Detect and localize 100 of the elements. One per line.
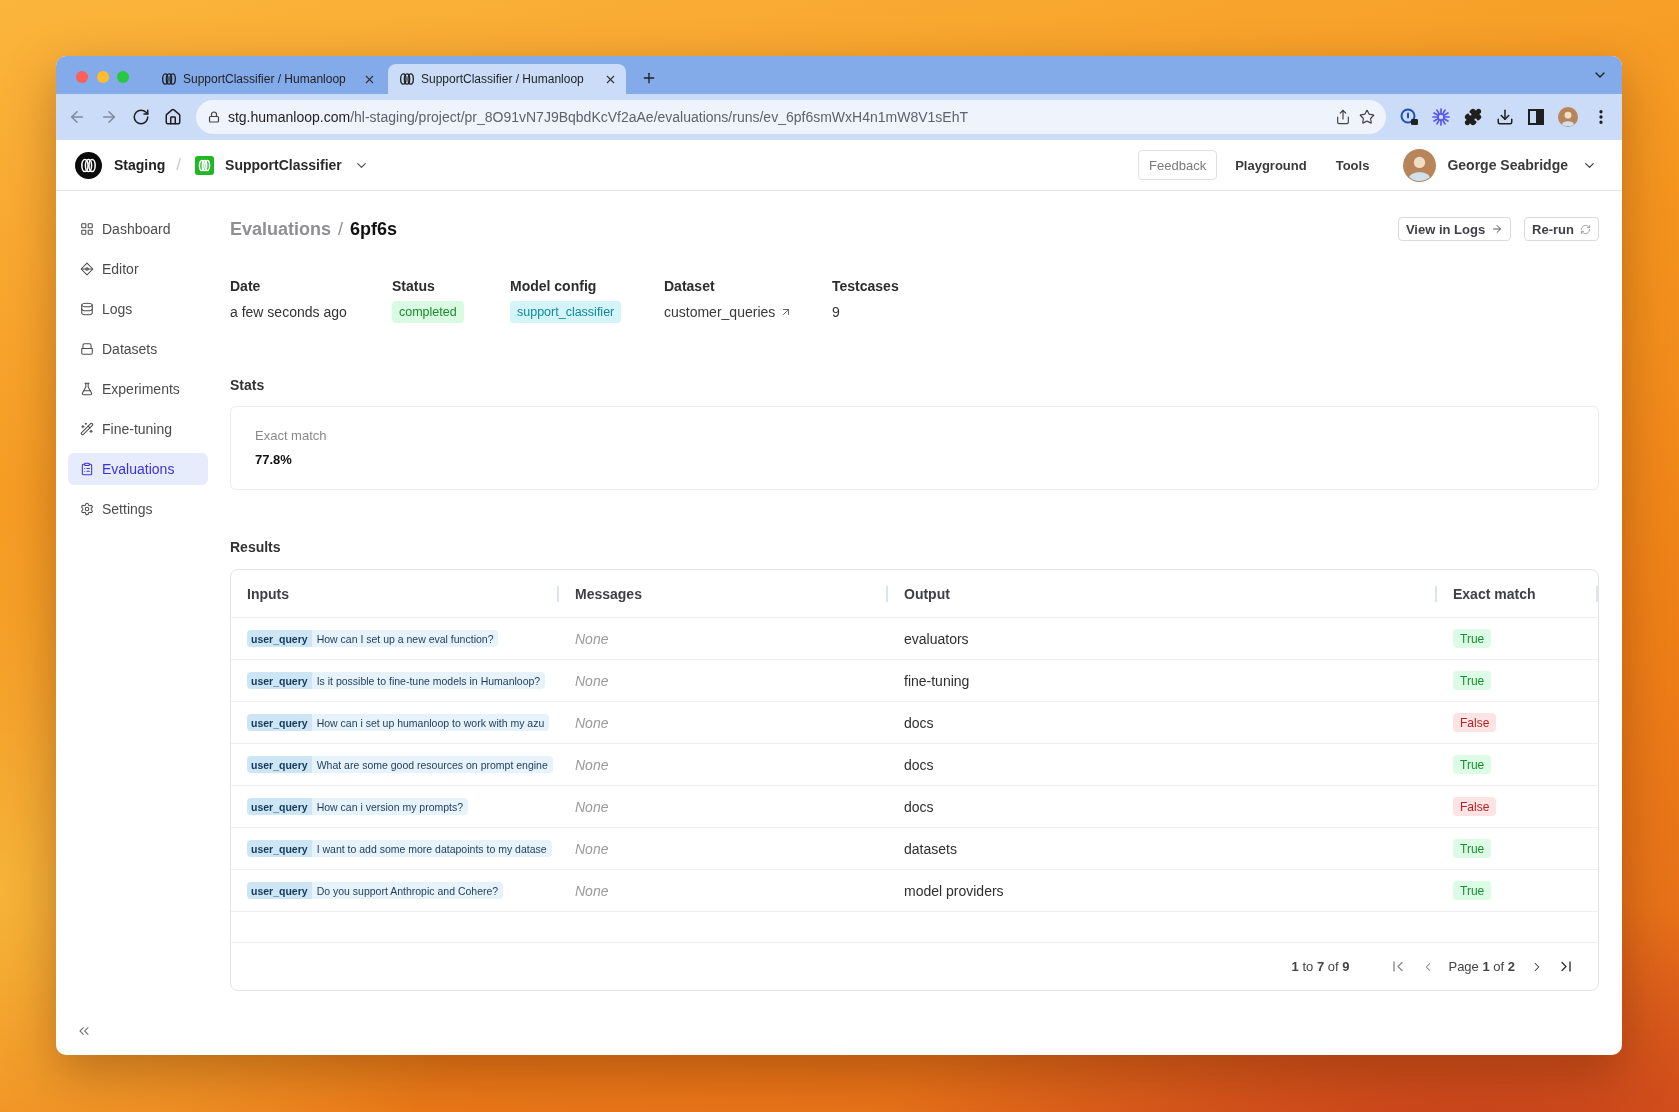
input-value-tag: Do you support Anthropic and Cohere?: [311, 882, 504, 899]
detail-value: 9: [832, 304, 840, 320]
reload-icon[interactable]: [131, 108, 150, 126]
page-indicator: Page 1 of 2: [1448, 959, 1515, 974]
input-key-tag: user_query: [247, 756, 312, 773]
puzzle-icon[interactable]: [1464, 108, 1483, 126]
browser-tab[interactable]: SupportClassifier / Humanloop: [150, 64, 385, 94]
input-key-tag: user_query: [247, 882, 312, 899]
sidebar-item[interactable]: Experiments: [68, 373, 208, 405]
share-icon[interactable]: [1335, 109, 1352, 125]
row-range-text: 1 to 7 of 9: [1291, 959, 1350, 974]
column-header[interactable]: Exact match: [1437, 570, 1598, 617]
dataset-link[interactable]: customer_queries: [664, 304, 793, 320]
refresh-icon: [1580, 223, 1591, 235]
table-cell: None: [575, 798, 609, 815]
detail-label: Dataset: [664, 277, 715, 295]
match-badge: False: [1453, 797, 1497, 816]
flask-icon: [80, 382, 94, 396]
table-cell: None: [575, 882, 609, 899]
breadcrumb-separator: /: [338, 218, 344, 240]
table-cell: model providers: [904, 882, 1004, 899]
stat-label: Exact match: [255, 428, 328, 444]
star-icon[interactable]: [1359, 109, 1376, 125]
last-page-icon[interactable]: [1560, 961, 1571, 972]
table-cell: docs: [904, 714, 934, 731]
sunburst-icon[interactable]: [1432, 108, 1451, 126]
arrow-right-icon: [1491, 223, 1504, 235]
sidebar-item[interactable]: Fine-tuning: [68, 413, 208, 445]
browser-tab[interactable]: SupportClassifier / Humanloop: [388, 64, 626, 94]
settings-icon: [80, 502, 94, 516]
table-cell: None: [575, 630, 609, 647]
table-cell: docs: [904, 798, 934, 815]
nav-link[interactable]: Playground: [1235, 157, 1307, 173]
match-badge: True: [1453, 629, 1492, 648]
rerun-button[interactable]: Re-run: [1524, 217, 1599, 241]
input-value-tag: How can I set up a new eval function?: [311, 630, 499, 647]
project-switcher[interactable]: SupportClassifier: [225, 157, 369, 173]
status-badge: completed: [392, 301, 464, 323]
detail-label: Testcases: [832, 277, 899, 295]
logo-icon[interactable]: [75, 151, 102, 179]
match-badge: False: [1453, 713, 1497, 732]
table-cell: None: [575, 714, 609, 731]
sidebar-item[interactable]: Logs: [68, 293, 208, 325]
download-icon[interactable]: [1496, 108, 1514, 126]
user-menu-button[interactable]: George Seabridge: [1447, 157, 1597, 173]
sidebar-item[interactable]: Dashboard: [68, 213, 208, 245]
first-page-icon[interactable]: [1393, 961, 1405, 972]
loops-logo-icon: [162, 72, 176, 86]
input-key-tag: user_query: [247, 714, 312, 731]
match-badge: True: [1453, 839, 1492, 858]
input-key-tag: user_query: [247, 672, 312, 689]
nav-link[interactable]: Tools: [1335, 157, 1370, 173]
view-logs-button[interactable]: View in Logs: [1397, 217, 1512, 241]
input-key-tag: user_query: [247, 630, 312, 647]
input-value-tag: Is it possible to fine-tune models in Humanloop?: [311, 672, 546, 689]
side-panel-icon[interactable]: [1528, 109, 1544, 125]
column-header[interactable]: Messages: [559, 570, 888, 617]
input-key-tag: user_query: [247, 798, 312, 815]
column-header[interactable]: Output: [888, 570, 1437, 617]
diamond-icon: [80, 262, 94, 276]
feedback-button[interactable]: Feedback: [1138, 150, 1218, 180]
user-avatar[interactable]: [1403, 148, 1437, 182]
config-badge[interactable]: support_classifier: [510, 301, 622, 323]
breadcrumb-separator: /: [176, 155, 182, 175]
lock-badge-icon[interactable]: [1400, 108, 1419, 126]
sidebar-item[interactable]: Datasets: [68, 333, 208, 365]
project-logo-icon: [195, 155, 215, 175]
loops-logo-icon: [400, 72, 414, 86]
url-text: stg.humanloop.com/hl-staging/project/pr_8O91vN7J9BqbdKcVf2aAe/evaluations/runs/ev_6pf6smWxH4n1mW8V1sEhT: [227, 109, 969, 125]
page-title: 6pf6s: [350, 218, 398, 240]
wand-sparkles-icon: [80, 422, 94, 436]
input-value-tag: How can i set up humanloop to work with my azu: [311, 714, 550, 731]
match-badge: True: [1453, 881, 1492, 900]
address-bar[interactable]: stg.humanloop.com/hl-staging/project/pr_8O91vN7J9BqbdKcVf2aAe/evaluations/runs/ev_6pf6smWxH4n1mW8V1sEhT: [195, 100, 1387, 134]
sidebar-item[interactable]: Settings: [68, 493, 208, 525]
match-badge: True: [1453, 755, 1492, 774]
table-cell: evaluators: [904, 630, 969, 647]
database-icon: [80, 302, 94, 316]
section-heading: Results: [230, 538, 282, 556]
column-header[interactable]: Inputs: [231, 570, 559, 617]
section-heading: Stats: [230, 376, 266, 394]
table-cell: None: [575, 756, 609, 773]
input-value-tag: How can i version my prompts?: [311, 798, 469, 815]
clipboard-icon: [80, 462, 94, 476]
sidebar-item[interactable]: Evaluations: [68, 453, 208, 485]
stat-value: 77.8%: [255, 452, 293, 468]
input-value-tag: I want to add some more datapoints to my datase: [311, 840, 552, 857]
table-cell: docs: [904, 756, 934, 773]
box-icon: [80, 342, 94, 356]
table-cell: datasets: [904, 840, 957, 857]
home-icon[interactable]: [163, 108, 182, 126]
workspace-link[interactable]: Staging: [114, 157, 166, 173]
new-tab-icon[interactable]: [641, 70, 657, 86]
lock-icon: [207, 111, 220, 123]
detail-label: Status: [392, 277, 435, 295]
match-badge: True: [1453, 671, 1492, 690]
detail-value: a few seconds ago: [230, 304, 347, 320]
detail-label: Model config: [510, 277, 597, 295]
sidebar-item[interactable]: Editor: [68, 253, 208, 285]
table-cell: fine-tuning: [904, 672, 970, 689]
